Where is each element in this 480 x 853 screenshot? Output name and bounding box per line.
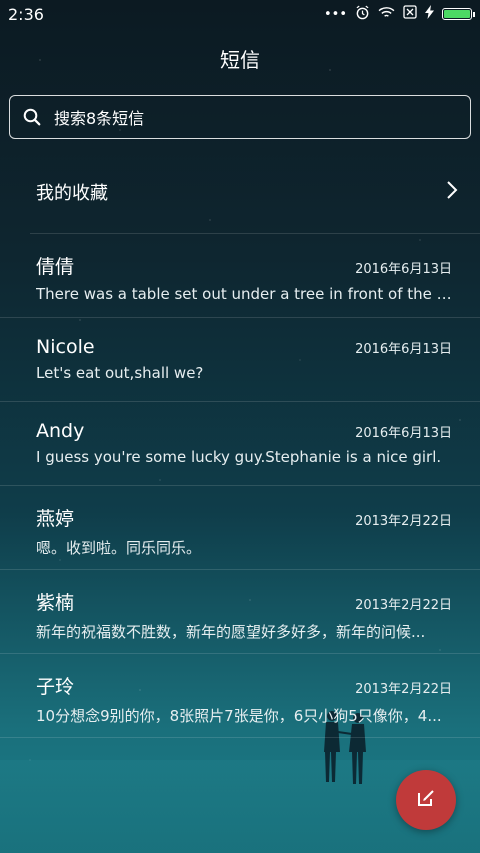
compose-button[interactable] — [396, 770, 456, 830]
message-snippet: 嗯。收到啦。同乐同乐。 — [36, 539, 202, 557]
favorites-row[interactable]: 我的收藏 — [0, 160, 480, 224]
message-date: 2016年6月13日 — [355, 426, 452, 441]
battery-indicator — [442, 8, 475, 20]
status-bar: 2:36 ••• — [0, 0, 480, 28]
conversation-item[interactable]: 紫楠 2013年2月22日 新年的祝福数不胜数，新年的愿望好多好多，新年的问候.… — [0, 570, 480, 654]
alarm-icon — [355, 5, 370, 24]
wifi-icon — [378, 6, 395, 23]
message-snippet: There was a table set out under a tree i… — [36, 285, 452, 303]
conversation-item[interactable]: 子玲 2013年2月22日 10分想念9别的你，8张照片7张是你，6只小狗5只像… — [0, 654, 480, 738]
battery-fill — [444, 10, 470, 18]
contact-name: Andy — [36, 420, 85, 442]
contact-name: 子玲 — [36, 676, 75, 698]
contact-name: 倩倩 — [36, 256, 75, 278]
compose-icon — [416, 788, 436, 812]
contact-name: 燕婷 — [36, 508, 75, 530]
page-title: 短信 — [220, 48, 260, 72]
status-time: 2:36 — [8, 4, 44, 24]
message-snippet: I guess you're some lucky guy.Stephanie … — [36, 448, 442, 466]
contact-name: 紫楠 — [36, 592, 75, 614]
conversation-list: 倩倩 2016年6月13日 There was a table set out … — [0, 234, 480, 738]
bolt-icon — [425, 5, 434, 23]
search-icon — [10, 95, 54, 139]
search-box[interactable]: 搜索8条短信 — [9, 95, 471, 139]
conversation-item[interactable]: 燕婷 2013年2月22日 嗯。收到啦。同乐同乐。 — [0, 486, 480, 570]
message-date: 2016年6月13日 — [355, 342, 452, 357]
search-placeholder: 搜索8条短信 — [54, 109, 145, 128]
message-date: 2013年2月22日 — [355, 514, 452, 529]
message-snippet: 10分想念9别的你，8张照片7张是你，6只小狗5只像你，4... — [36, 707, 442, 725]
favorites-label: 我的收藏 — [36, 183, 108, 204]
message-date: 2016年6月13日 — [355, 262, 452, 277]
message-snippet: 新年的祝福数不胜数，新年的愿望好多好多，新年的问候... — [36, 623, 426, 641]
message-date: 2013年2月22日 — [355, 598, 452, 613]
signal-dots-icon: ••• — [323, 6, 347, 22]
conversation-item[interactable]: 倩倩 2016年6月13日 There was a table set out … — [0, 234, 480, 318]
chevron-right-icon — [446, 180, 458, 204]
message-snippet: Let's eat out,shall we? — [36, 364, 204, 382]
conversation-item[interactable]: Andy 2016年6月13日 I guess you're some luck… — [0, 402, 480, 486]
conversation-item[interactable]: Nicole 2016年6月13日 Let's eat out,shall we… — [0, 318, 480, 402]
no-sim-icon — [403, 5, 417, 23]
contact-name: Nicole — [36, 336, 95, 358]
status-icons: ••• — [323, 5, 475, 24]
message-date: 2013年2月22日 — [355, 682, 452, 697]
